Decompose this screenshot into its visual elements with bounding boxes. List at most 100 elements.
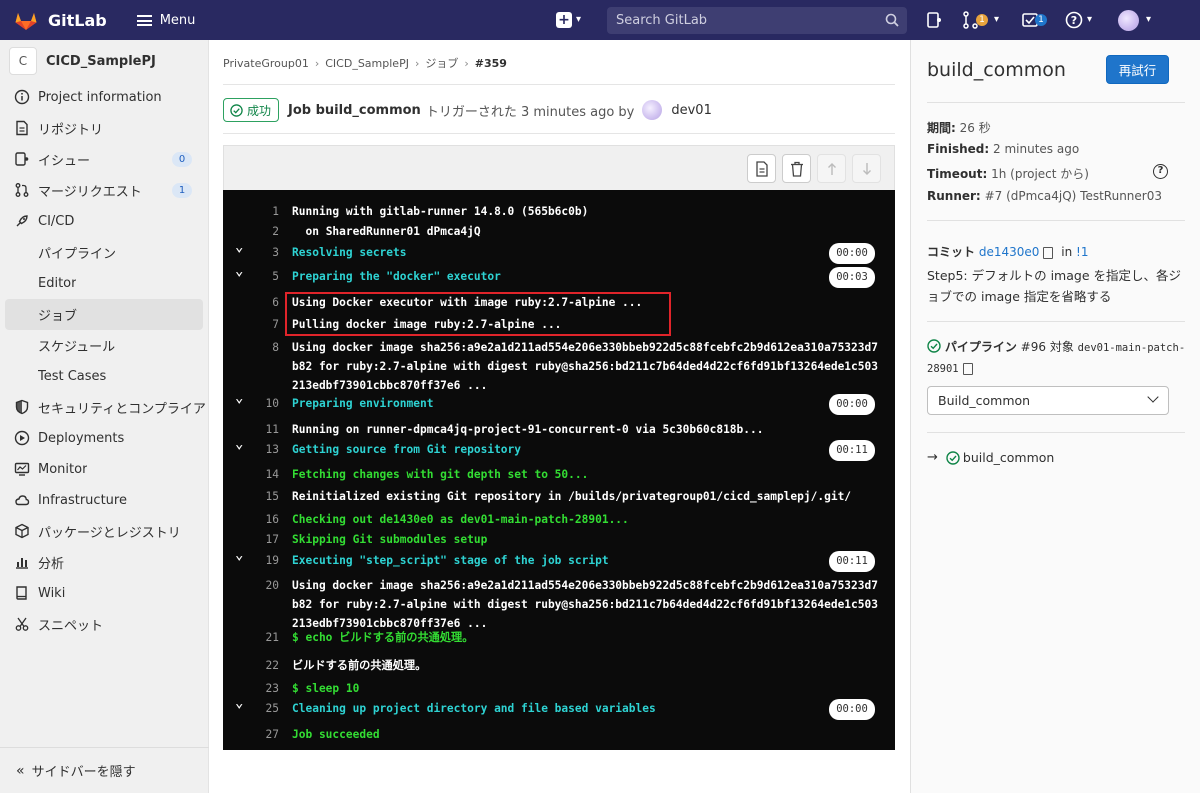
log-line-number[interactable]: 10 [247,394,279,413]
sidebar-item[interactable]: Wiki [0,578,208,609]
log-line-text: Fetching changes with git depth set to 5… [292,468,589,481]
help-icon[interactable]: ? [1064,10,1084,30]
sidebar-item[interactable]: Monitor [0,454,208,485]
divider [927,220,1185,221]
chevron-down-icon[interactable]: ⌄ [235,547,243,563]
user-avatar[interactable] [642,100,663,120]
show-raw-button[interactable] [747,154,776,183]
sidebar-item[interactable]: 分析 [0,547,208,578]
sidebar-item[interactable]: Infrastructure [0,485,208,516]
sidebar-item[interactable]: パッケージとレジストリ [0,516,208,547]
log-line-number[interactable]: 17 [247,530,279,549]
sidebar-item[interactable]: パイプライン [0,237,208,268]
commit-message: Step5: デフォルトの image を指定し、各ジョブでの image 指定… [927,268,1181,304]
finished-label: Finished: [927,142,990,156]
log-line-number[interactable]: 11 [247,420,279,439]
cloud-icon [15,495,30,506]
sidebar-item[interactable]: マージリクエスト 1 [0,175,208,206]
job-user-link[interactable]: dev01 [671,103,712,118]
log-line-number[interactable]: 14 [247,465,279,484]
project-header[interactable]: C CICD_SamplePJ [0,40,208,82]
sidebar-item[interactable]: セキュリティとコンプライアンス [0,392,208,423]
menu-button[interactable]: Menu [136,13,195,28]
scroll-bottom-button[interactable] [852,154,881,183]
log-line-number[interactable]: 5 [247,267,279,286]
sidebar-item[interactable]: イシュー 0 [0,144,208,175]
sidebar-item-label: イシュー [38,154,91,169]
sidebar-item[interactable]: スケジュール [0,330,208,361]
breadcrumb: PrivateGroup01 › CICD_SamplePJ › ジョブ › #359 [223,55,507,71]
log-line-number[interactable]: 7 [247,315,279,334]
monitor-icon [14,462,30,476]
chevron-down-icon [1147,391,1159,403]
project-sidebar: C CICD_SamplePJ Project information リポジトリ… [0,40,209,793]
log-line-number[interactable]: 6 [247,293,279,312]
stage-dropdown[interactable]: Build_common [927,386,1169,415]
sidebar-item-label: ジョブ [38,309,78,324]
sidebar-item[interactable]: ジョブ [5,299,203,330]
chevron-down-icon[interactable]: ⌄ [235,390,243,406]
chevron-right-icon: › [414,56,420,70]
gitlab-logo-icon [15,13,37,30]
breadcrumb-item[interactable]: PrivateGroup01 [223,57,309,70]
copy-icon[interactable] [1043,246,1054,259]
pipeline-label: パイプライン [944,340,1017,354]
log-line-number[interactable]: 16 [247,510,279,529]
log-line-text: Running on runner-dpmca4jq-project-91-co… [292,423,764,436]
breadcrumb-item[interactable]: ジョブ [425,55,458,71]
sidebar-item[interactable]: Editor [0,268,208,299]
sidebar-item[interactable]: Deployments [0,423,208,454]
issues-icon[interactable] [924,10,944,30]
chevron-down-icon[interactable]: ⌄ [235,436,243,452]
collapse-sidebar-button[interactable]: « サイドバーを隠す [0,747,209,793]
log-line-text: ビルドする前の共通処理。 [292,659,427,672]
sidebar-item[interactable]: スニペット [0,609,208,640]
log-line-number[interactable]: 3 [247,243,279,262]
chevron-down-icon[interactable]: ▾ [1087,14,1092,25]
sidebar-item[interactable]: CI/CD [0,206,208,237]
sidebar-item[interactable]: リポジトリ [0,113,208,144]
log-line-number[interactable]: 25 [247,699,279,718]
merge-request-link[interactable]: !1 [1076,245,1088,259]
copy-icon[interactable] [962,362,973,375]
chevron-down-icon[interactable]: ⌄ [235,239,243,255]
log-line-number[interactable]: 20 [247,576,279,595]
erase-log-button[interactable] [782,154,811,183]
log-line-text: Running with gitlab-runner 14.8.0 (565b6… [292,205,589,218]
log-line-number[interactable]: 13 [247,440,279,459]
new-item-plus-icon[interactable]: + [556,12,572,28]
log-line-number[interactable]: 27 [247,725,279,744]
gitlab-home-link[interactable]: GitLab [14,9,107,31]
chevron-down-icon[interactable]: ⌄ [235,263,243,279]
log-line-number[interactable]: 19 [247,551,279,570]
log-line-number[interactable]: 15 [247,487,279,506]
sidebar-item[interactable]: Project information [0,82,208,113]
chevron-down-icon[interactable]: ▾ [994,14,999,25]
log-toolbar [223,145,895,190]
sidebar-item[interactable]: Test Cases [0,361,208,392]
chevron-down-icon[interactable]: ▾ [1146,14,1151,25]
commit-sha-link[interactable]: de1430e0 [979,245,1040,259]
user-avatar[interactable] [1118,10,1139,31]
chevron-down-icon[interactable]: ⌄ [235,695,243,711]
log-line-number[interactable]: 23 [247,679,279,698]
breadcrumb-item[interactable]: CICD_SamplePJ [325,57,409,70]
log-line-number[interactable]: 22 [247,656,279,675]
chevron-down-icon[interactable]: ▾ [576,14,581,25]
search-input[interactable] [607,7,867,34]
breadcrumb-current[interactable]: #359 [475,57,507,70]
help-icon[interactable]: ? [1153,164,1168,179]
log-line-number[interactable]: 1 [247,202,279,221]
retry-button[interactable]: 再試行 [1106,55,1169,84]
scroll-top-button[interactable] [817,154,846,183]
log-line-text: $ echo ビルドする前の共通処理。 [292,631,474,644]
pipeline-id-link[interactable]: #96 [1021,340,1046,354]
log-line-number[interactable]: 8 [247,338,279,357]
job-duration: 期間: 26 秒 [927,119,991,136]
divider [927,321,1185,322]
sidebar-item-label: Deployments [38,431,125,446]
job-list-item[interactable]: → build_common [927,450,1054,465]
log-line-number[interactable]: 2 [247,222,279,241]
double-chevron-left-icon: « [16,762,24,779]
log-line-number[interactable]: 21 [247,628,279,647]
